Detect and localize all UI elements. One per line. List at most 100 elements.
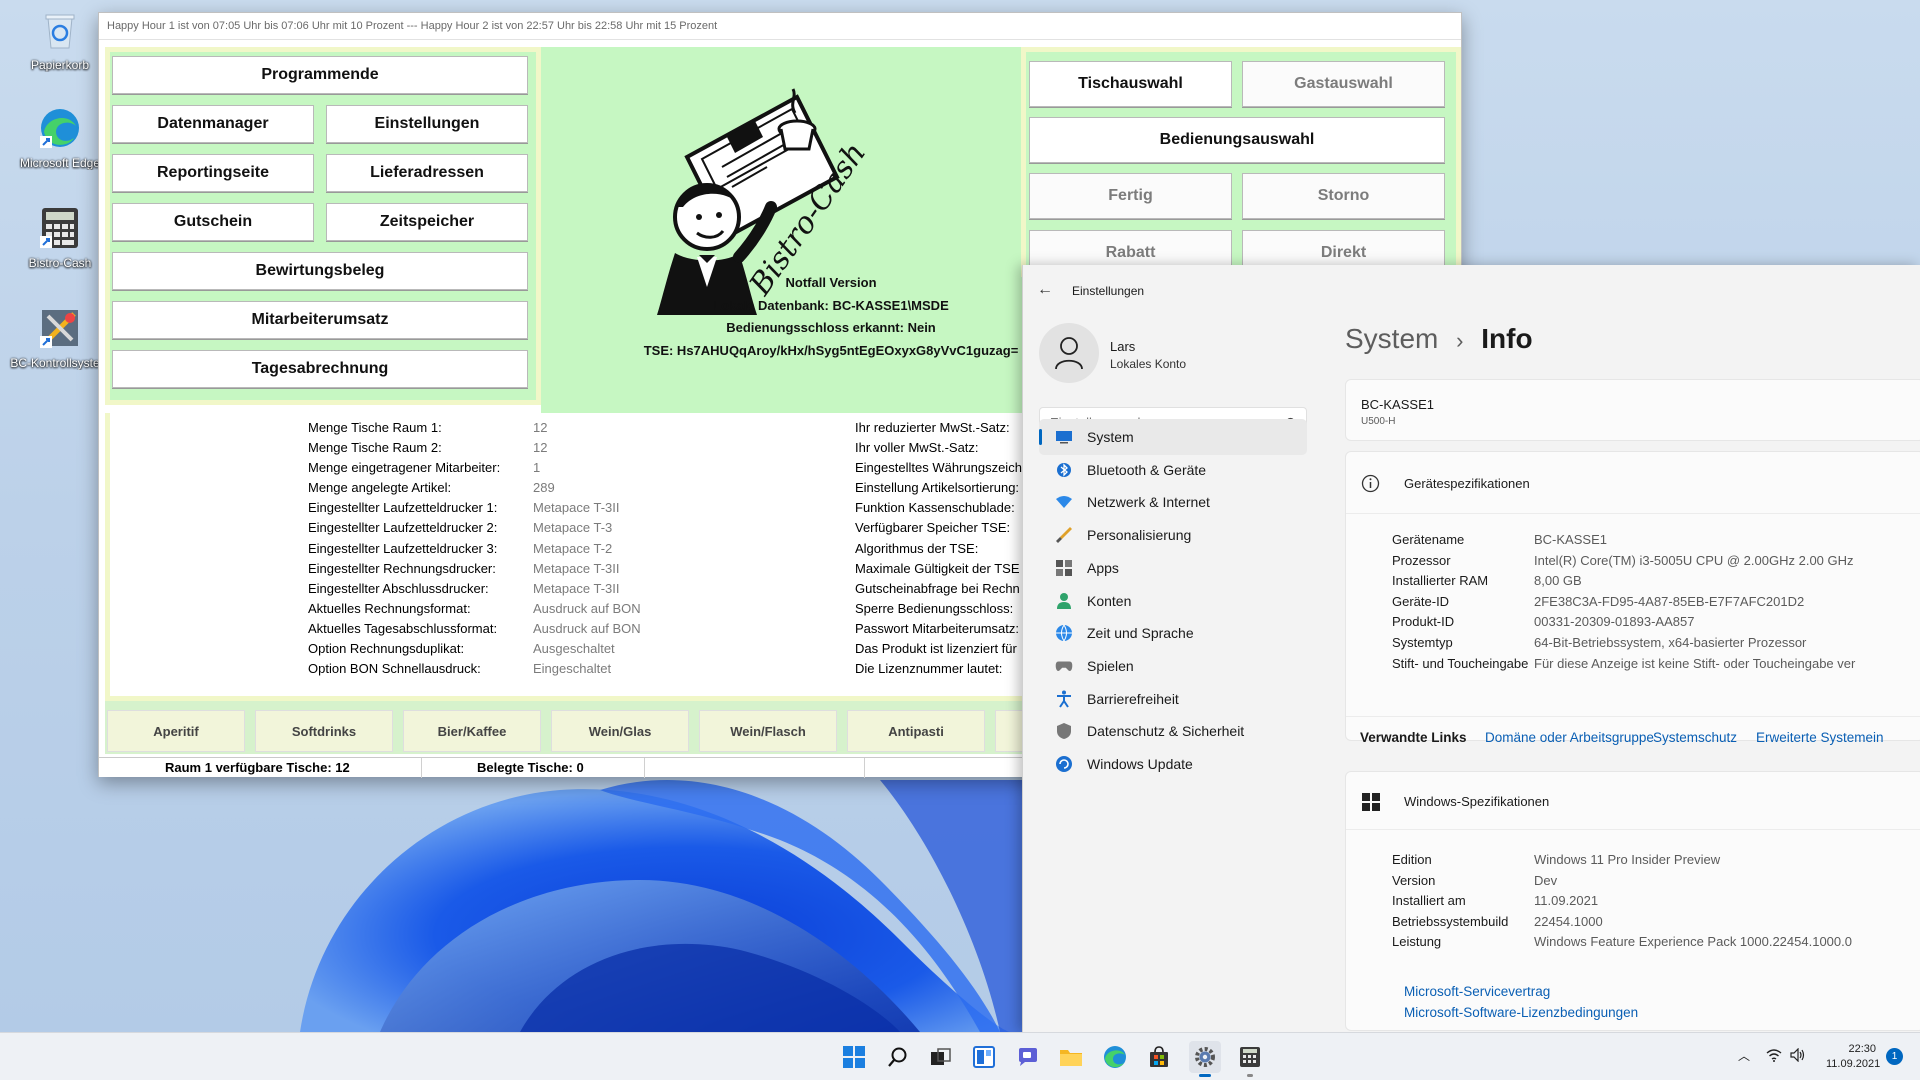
link-domain-workgroup[interactable]: Domäne oder Arbeitsgruppe — [1485, 730, 1654, 745]
category-wein-glas[interactable]: Wein/Glas — [551, 710, 689, 752]
spec-key: Version — [1392, 872, 1436, 888]
taskbar-search-button[interactable] — [882, 1041, 914, 1073]
spec-key: Prozessor — [1392, 552, 1451, 568]
link-service-agreement[interactable]: Microsoft-Servicevertrag — [1404, 984, 1550, 999]
taskbar-clock[interactable]: 22:30 11.09.2021 — [1826, 1042, 1880, 1072]
bedienungsauswahl-button[interactable]: Bedienungsauswahl — [1029, 117, 1445, 163]
info-value: 12 — [533, 440, 548, 456]
spec-value: Windows 11 Pro Insider Preview — [1534, 852, 1721, 867]
windows-specs-header[interactable]: Windows-Spezifikationen — [1346, 772, 1920, 830]
lieferadressen-button[interactable]: Lieferadressen — [326, 154, 528, 192]
nav-item-system[interactable]: System — [1039, 419, 1307, 455]
zeitspeicher-button[interactable]: Zeitspeicher — [326, 203, 528, 241]
info-label: Menge angelegte Artikel: — [308, 480, 452, 496]
tools-icon — [38, 306, 82, 350]
desktop-icon-edge[interactable]: Microsoft Edge — [8, 106, 112, 170]
category-antipasti[interactable]: Antipasti — [847, 710, 985, 752]
category-wein-flasche[interactable]: Wein/Flasch — [699, 710, 837, 752]
back-arrow-icon[interactable]: ← — [1037, 281, 1053, 299]
file-explorer-button[interactable] — [1055, 1041, 1087, 1073]
windows-specs-card: Windows-Spezifikationen Edition Windows 1… — [1345, 771, 1920, 1031]
nav-item-windows-update[interactable]: Windows Update — [1039, 746, 1307, 782]
spec-key: Systemtyp — [1392, 635, 1453, 650]
fertig-button[interactable]: Fertig — [1029, 173, 1232, 219]
taskbar: ︿ 22:30 11.09.2021 1 — [0, 1032, 1920, 1080]
spec-key: Installiert am — [1392, 893, 1466, 909]
nav-item-label: Spielen — [1087, 657, 1134, 674]
link-license-terms[interactable]: Microsoft-Software-Lizenzbedingungen — [1404, 1005, 1638, 1020]
storno-button[interactable]: Storno — [1242, 173, 1445, 219]
einstellungen-button[interactable]: Einstellungen — [326, 105, 528, 143]
category-bier-kaffee[interactable]: Bier/Kaffee — [403, 710, 541, 752]
tagesabrechnung-button[interactable]: Tagesabrechnung — [112, 350, 528, 388]
device-specs-header[interactable]: Gerätespezifikationen — [1346, 452, 1920, 514]
info-label: Eingestellter Laufzetteldrucker 2: — [308, 520, 498, 536]
info-icon — [1361, 474, 1380, 493]
nav-item-label: Bluetooth & Geräte — [1087, 461, 1207, 478]
tray-chevron-up-icon[interactable]: ︿ — [1738, 1047, 1750, 1064]
nav-item-personalisierung[interactable]: Personalisierung — [1039, 517, 1307, 553]
nav-item-label: Personalisierung — [1087, 527, 1192, 544]
info-label: Menge Tische Raum 2: — [308, 440, 442, 456]
windows-logo-icon — [1362, 793, 1380, 811]
settings-taskbar-button[interactable] — [1189, 1041, 1221, 1077]
info-value: Metapace T-3II — [533, 500, 620, 516]
category-softdrinks[interactable]: Softdrinks — [255, 710, 393, 752]
programmende-button[interactable]: Programmende — [112, 56, 528, 94]
accessibility-icon — [1055, 690, 1073, 708]
info-value: Metapace T-2 — [533, 540, 613, 556]
desktop-icon-bc-kontrollsystem[interactable]: BC-Kontrollsystem — [8, 306, 112, 370]
gear-icon — [1195, 1047, 1215, 1067]
edge-taskbar-button[interactable] — [1099, 1041, 1131, 1073]
globe-clock-icon — [1055, 624, 1073, 643]
link-advanced-system[interactable]: Erweiterte Systemein — [1756, 730, 1884, 745]
status-belegte-tische: Belegte Tische: 0 — [477, 760, 584, 775]
user-account-type: Lokales Konto — [1110, 357, 1187, 371]
wifi-icon — [1055, 493, 1073, 511]
recycle-bin-icon — [38, 8, 82, 52]
store-icon — [1150, 1046, 1168, 1067]
gutschein-button[interactable]: Gutschein — [112, 203, 314, 241]
nav-item-netzwerk-internet[interactable]: Netzwerk & Internet — [1039, 484, 1307, 520]
bewirtungsbeleg-button[interactable]: Bewirtungsbeleg — [112, 252, 528, 290]
teams-chat-button[interactable] — [1012, 1041, 1044, 1073]
wifi-icon[interactable] — [1766, 1048, 1782, 1062]
nav-item-konten[interactable]: Konten — [1039, 583, 1307, 619]
task-view-button[interactable] — [925, 1041, 957, 1073]
nav-item-apps[interactable]: Apps — [1039, 550, 1307, 586]
avatar[interactable] — [1039, 323, 1099, 383]
nav-item-label: Konten — [1087, 592, 1132, 609]
info-value: Eingeschaltet — [533, 661, 612, 677]
nav-item-zeit-und-sprache[interactable]: Zeit und Sprache — [1039, 615, 1307, 651]
mitarbeiterumsatz-button[interactable]: Mitarbeiterumsatz — [112, 301, 528, 339]
info-label: Menge eingetragener Mitarbeiter: — [308, 460, 501, 476]
nav-item-spielen[interactable]: Spielen — [1039, 648, 1307, 684]
nav-item-datenschutz-sicherheit[interactable]: Datenschutz & Sicherheit — [1039, 713, 1307, 749]
category-aperitif[interactable]: Aperitif — [107, 710, 245, 752]
nav-item-barrierefreiheit[interactable]: Barrierefreiheit — [1039, 681, 1307, 717]
device-name-title: BC-KASSE1 — [1361, 397, 1434, 412]
desktop-icon-bistro-cash[interactable]: Bistro-Cash — [8, 206, 112, 270]
reportingseite-button[interactable]: Reportingseite — [112, 154, 314, 192]
spec-key: Installierter RAM — [1392, 573, 1489, 589]
desktop-icon-label: BC-Kontrollsystem — [10, 356, 110, 370]
device-model: U500-H — [1361, 416, 1396, 427]
gastauswahl-button[interactable]: Gastauswahl — [1242, 61, 1445, 107]
user-name: Lars — [1110, 339, 1136, 354]
start-button[interactable] — [838, 1041, 870, 1073]
bistro-cash-taskbar-button[interactable] — [1234, 1041, 1266, 1077]
edge-icon — [38, 106, 82, 150]
widgets-button[interactable] — [968, 1041, 1000, 1073]
notification-badge[interactable]: 1 — [1886, 1048, 1903, 1065]
link-system-protection[interactable]: Systemschutz — [1653, 730, 1737, 745]
desktop-icon-recycle-bin[interactable]: Papierkorb — [8, 8, 112, 72]
store-button[interactable] — [1143, 1041, 1175, 1073]
datenmanager-button[interactable]: Datenmanager — [112, 105, 314, 143]
spec-value: Intel(R) Core(TM) i3-5005U CPU @ 2.00GHz… — [1534, 552, 1854, 568]
volume-icon[interactable] — [1790, 1048, 1806, 1062]
breadcrumb-parent[interactable]: System — [1345, 323, 1438, 354]
widgets-icon — [973, 1046, 995, 1068]
spec-key: Geräte-ID — [1392, 593, 1450, 609]
nav-item-bluetooth-ger-te[interactable]: Bluetooth & Geräte — [1039, 452, 1307, 488]
tischauswahl-button[interactable]: Tischauswahl — [1029, 61, 1232, 107]
